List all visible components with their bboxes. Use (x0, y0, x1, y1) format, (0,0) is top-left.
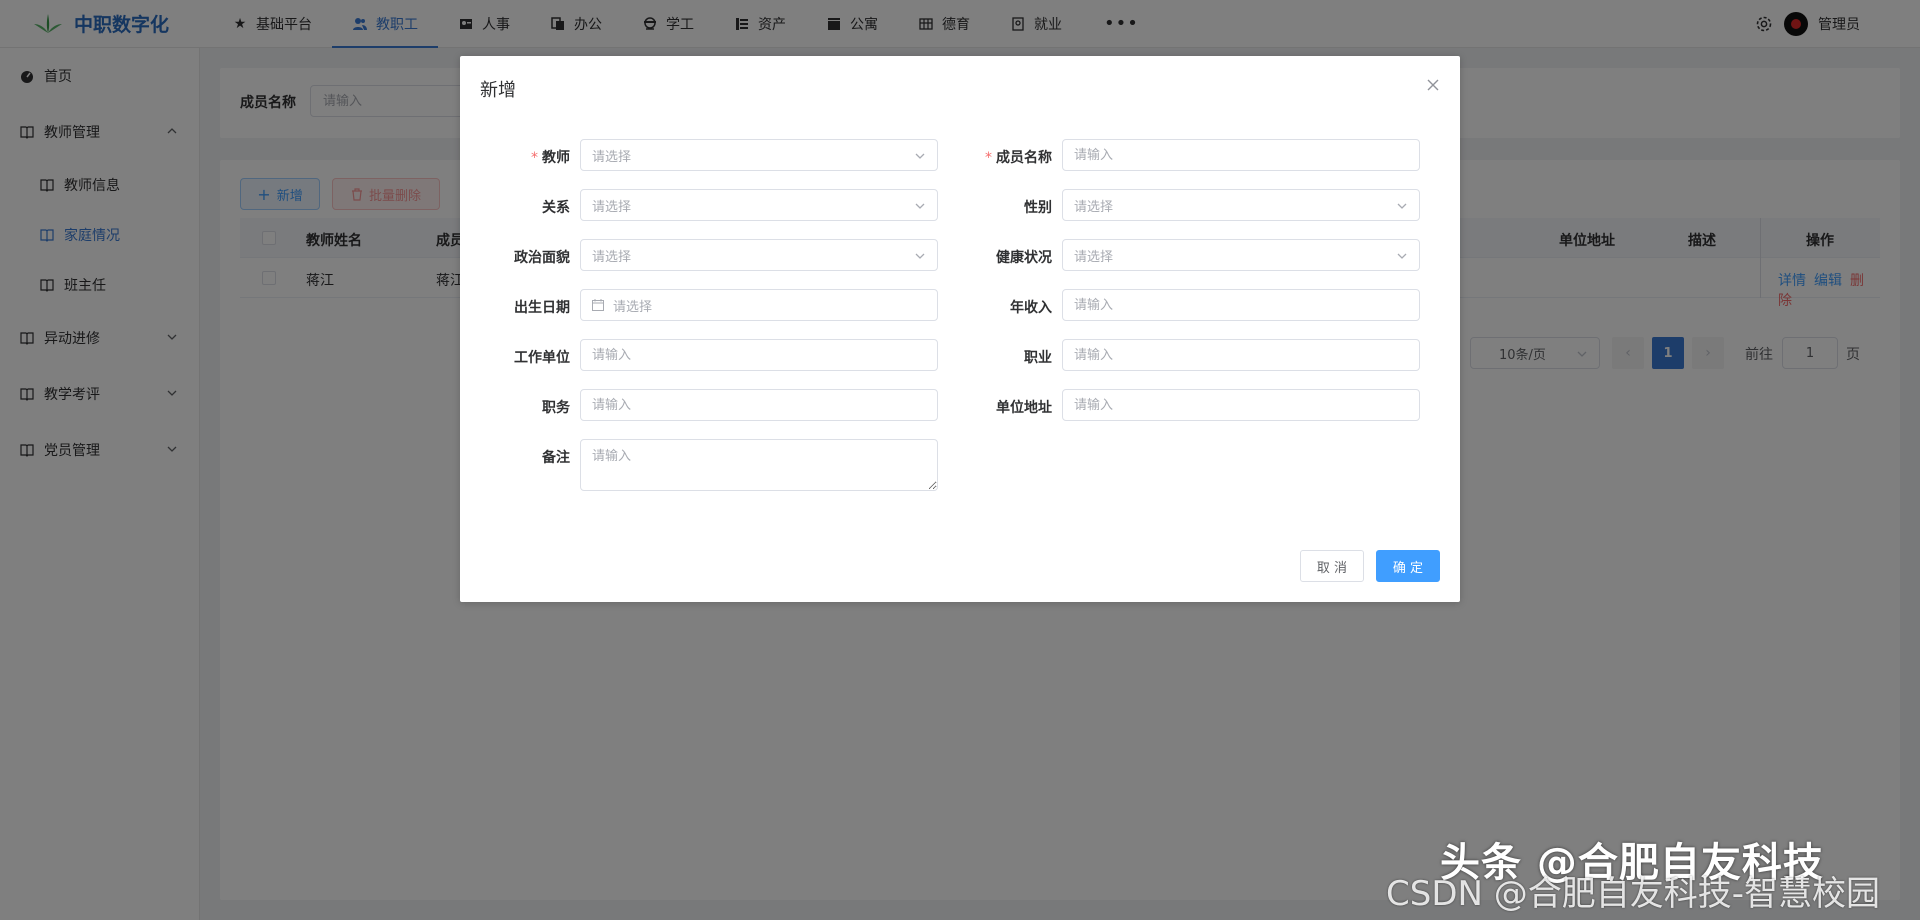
gender-label: 性别 (1024, 200, 1052, 216)
required-mark: * (985, 150, 992, 166)
required-mark: * (531, 150, 538, 166)
add-dialog: 新增 *教师 请选择 *成员名称 关系 请选择 性别 请选择 政治面貌 请选择 … (460, 56, 1460, 602)
label-text: 成员名称 (996, 150, 1052, 166)
work-unit-label: 工作单位 (514, 350, 570, 366)
chevron-down-icon (915, 153, 925, 159)
date-placeholder: 请选择 (613, 299, 653, 315)
unit-address-input[interactable] (1062, 389, 1420, 421)
select-placeholder: 请选择 (592, 249, 632, 265)
confirm-button[interactable]: 确 定 (1376, 550, 1440, 582)
label-text: 教师 (542, 150, 570, 166)
chevron-down-icon (1397, 203, 1407, 209)
select-placeholder: 请选择 (1074, 249, 1114, 265)
birth-date-picker[interactable]: 请选择 (580, 289, 938, 321)
teacher-label: * 教师 (490, 147, 570, 167)
income-label: 年收入 (1010, 300, 1052, 316)
select-placeholder: 请选择 (1074, 199, 1114, 215)
position-input[interactable] (580, 389, 938, 421)
select-placeholder: 请选择 (592, 149, 632, 165)
health-label: 健康状况 (996, 250, 1052, 266)
close-icon[interactable] (1426, 78, 1440, 92)
birth-date-label: 出生日期 (514, 300, 570, 316)
work-unit-input[interactable] (580, 339, 938, 371)
chevron-down-icon (1397, 253, 1407, 259)
calendar-icon (592, 299, 604, 311)
health-select[interactable]: 请选择 (1062, 239, 1420, 271)
select-placeholder: 请选择 (592, 199, 632, 215)
dialog-title: 新增 (480, 80, 516, 101)
teacher-select[interactable]: 请选择 (580, 139, 938, 171)
occupation-label: 职业 (1024, 350, 1052, 366)
member-name-input[interactable] (1062, 139, 1420, 171)
cancel-button[interactable]: 取 消 (1300, 550, 1364, 582)
remark-label: 备注 (542, 450, 570, 466)
income-input[interactable] (1062, 289, 1420, 321)
relation-label: 关系 (542, 200, 570, 216)
chevron-down-icon (915, 203, 925, 209)
position-label: 职务 (542, 400, 570, 416)
unit-address-label: 单位地址 (996, 400, 1052, 416)
relation-select[interactable]: 请选择 (580, 189, 938, 221)
politics-label: 政治面貌 (514, 250, 570, 266)
occupation-input[interactable] (1062, 339, 1420, 371)
gender-select[interactable]: 请选择 (1062, 189, 1420, 221)
politics-select[interactable]: 请选择 (580, 239, 938, 271)
watermark-csdn: CSDN @合肥自友科技-智慧校园 (1386, 874, 1881, 914)
remark-textarea[interactable] (580, 439, 938, 491)
chevron-down-icon (915, 253, 925, 259)
member-name-label: * 成员名称 (972, 147, 1052, 167)
